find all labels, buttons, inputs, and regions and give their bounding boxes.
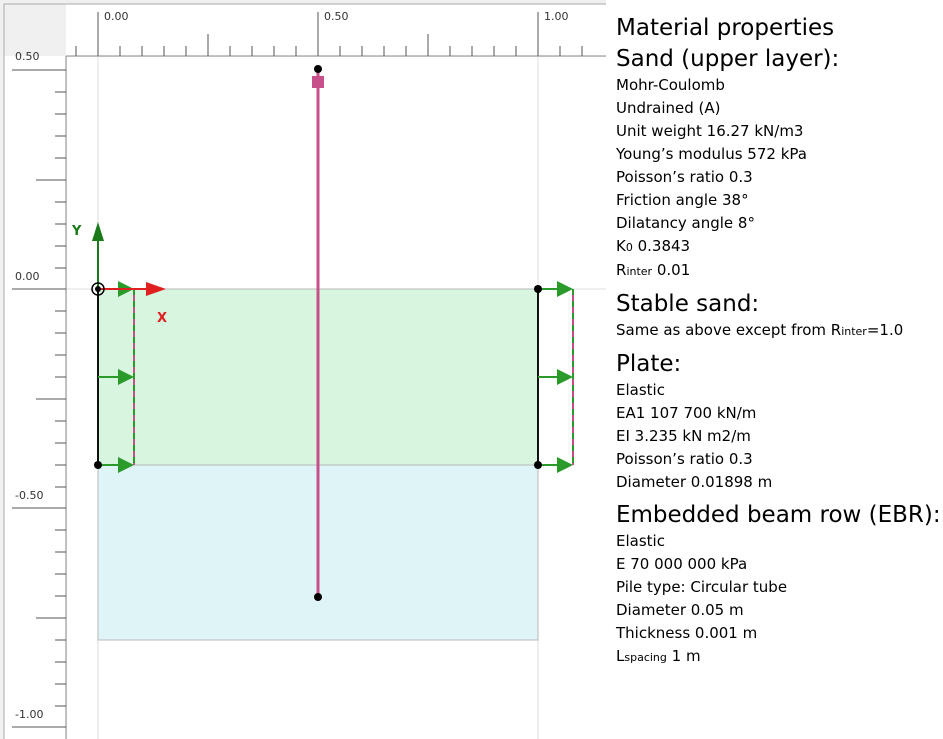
ebr-thickness: Thickness 0.001 m — [616, 624, 758, 642]
sand-poisson-ratio: Poisson’s ratio 0.3 — [616, 168, 753, 186]
stable-sand-text: Same as above except from Rinter=1.0 — [616, 319, 943, 343]
node[interactable] — [534, 461, 542, 469]
plate-diameter: Diameter 0.01898 m — [616, 473, 773, 491]
node[interactable] — [94, 461, 102, 469]
x-tick-label-0: 0.00 — [104, 10, 129, 23]
ebr-e: E 70 000 000 kPa — [616, 555, 748, 573]
lspacing-sub: spacing — [624, 651, 667, 664]
plate-ea1: EA1 107 700 kN/m — [616, 404, 757, 422]
k0-value: 0.3843 — [632, 237, 691, 255]
node[interactable] — [534, 285, 542, 293]
plate-ei: EI 3.235 kN m2/m — [616, 427, 751, 445]
y-tick-label-2: -0.50 — [15, 489, 43, 502]
ebr-lspacing: Lspacing 1 m — [616, 645, 943, 669]
k0-main: K — [616, 237, 626, 255]
sand-heading: Sand (upper layer): — [616, 46, 840, 72]
stable-text-b: =1.0 — [866, 321, 904, 339]
sand-youngs-modulus: Young’s modulus 572 kPa — [616, 145, 807, 163]
y-tick-label-0: 0.50 — [15, 50, 40, 63]
x-axis-label: X — [157, 311, 167, 326]
rinter-main: R — [616, 261, 627, 279]
ebr-diameter: Diameter 0.05 m — [616, 601, 744, 619]
sand-unit-weight: Unit weight 16.27 kN/m3 — [616, 122, 804, 140]
x-tick-label-1: 0.50 — [324, 10, 349, 23]
model-canvas[interactable]: 0.00 0.50 1.00 0.50 0.00 -0.50 -1.00 Y X — [0, 0, 606, 739]
y-tick-label-3: -1.00 — [15, 708, 43, 721]
y-tick-label-1: 0.00 — [15, 270, 40, 283]
plate-model: Elastic — [616, 381, 665, 399]
ebr-model: Elastic — [616, 532, 665, 550]
stable-sand-heading: Stable sand: — [616, 291, 760, 317]
y-axis-label: Y — [71, 224, 82, 239]
sand-rinter: Rinter 0.01 — [616, 259, 943, 283]
rinter-value: 0.01 — [652, 261, 691, 279]
rinter-sub: inter — [626, 265, 653, 278]
ebr-pile-type: Pile type: Circular tube — [616, 578, 788, 596]
sand-model: Mohr-Coulomb — [616, 76, 725, 94]
panel-title: Material properties — [616, 15, 835, 41]
sand-friction-angle: Friction angle 38° — [616, 191, 749, 209]
plate-poisson-ratio: Poisson’s ratio 0.3 — [616, 450, 753, 468]
x-tick-label-2: 1.00 — [544, 10, 569, 23]
sand-drainage: Undrained (A) — [616, 99, 721, 117]
sand-dilatancy-angle: Dilatancy angle 8° — [616, 214, 755, 232]
material-properties-panel: Material properties Sand (upper layer): … — [616, 12, 943, 669]
beam-load-marker[interactable] — [312, 76, 324, 88]
sand-k0: K0 0.3843 — [616, 235, 943, 259]
plate-heading: Plate: — [616, 351, 682, 377]
beam-bottom-node[interactable] — [314, 593, 322, 601]
ebr-heading: Embedded beam row (EBR): — [616, 502, 941, 528]
stable-text-a: Same as above except from R — [616, 321, 842, 339]
k0-sub: 0 — [625, 241, 633, 254]
lspacing-value: 1 m — [666, 647, 701, 665]
beam-top-node[interactable] — [314, 65, 322, 73]
stable-text-sub: inter — [841, 325, 867, 338]
